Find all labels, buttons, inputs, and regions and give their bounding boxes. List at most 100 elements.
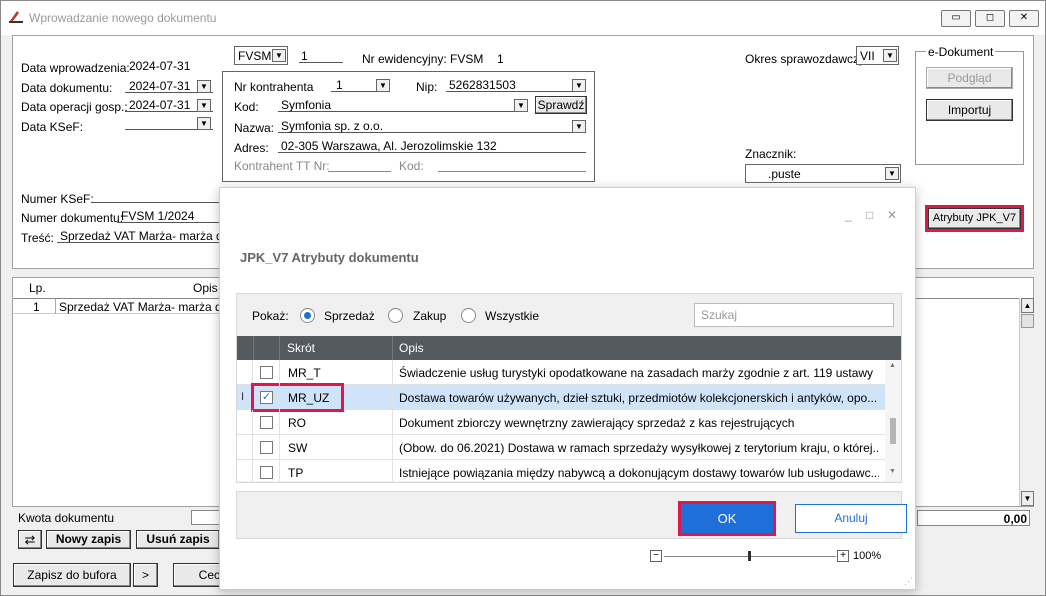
nip-label: Nip: <box>416 80 438 94</box>
zoom-thumb[interactable] <box>748 551 751 561</box>
data-dokumentu-label: Data dokumentu: <box>21 81 113 95</box>
kod-label: Kod: <box>234 100 259 114</box>
data-wprowadzenia-field: 2024-07-31 <box>129 59 191 73</box>
znacznik-dropdown[interactable] <box>885 167 899 180</box>
nr-ewid-label: Nr ewidencyjny: FVSM <box>362 52 484 66</box>
data-dokumentu-dropdown[interactable] <box>197 80 211 93</box>
row-checkbox-checked[interactable]: ✓ <box>260 391 273 404</box>
doc-number-field[interactable]: 1 <box>299 49 343 63</box>
numer-ksef-field[interactable] <box>91 189 221 203</box>
scroll-thumb[interactable] <box>1021 314 1034 328</box>
nr-ewid-value: 1 <box>497 52 504 66</box>
kontrahent-tt-field[interactable] <box>328 158 391 172</box>
kontrahent-tt-label: Kontrahent TT Nr: <box>234 159 330 173</box>
nr-kontrahenta-label: Nr kontrahenta <box>234 80 314 94</box>
table-scrollbar[interactable]: ▲ ▼ <box>885 360 901 481</box>
more-button[interactable]: > <box>133 563 158 587</box>
zoom-level: 100% <box>853 550 882 562</box>
edokument-label: e-Dokument <box>926 45 996 59</box>
kwota-field-left[interactable] <box>191 510 221 525</box>
nr-kontrahenta-dropdown[interactable] <box>376 79 390 92</box>
row-checkbox[interactable] <box>260 416 273 429</box>
okres-label: Okres sprawozdawczy: <box>745 52 869 66</box>
table-row[interactable]: I ✓ MR_UZ Dostawa towarów używanych, dzi… <box>237 383 885 412</box>
usun-zapis-button[interactable]: Usuń zapis <box>136 530 220 549</box>
scroll-down-icon[interactable]: ▼ <box>1021 491 1034 506</box>
zapisz-bufora-button[interactable]: Zapisz do bufora <box>13 563 131 587</box>
table-row[interactable]: MR_T Świadczenie usług turystyki opodatk… <box>237 360 885 385</box>
znacznik-label: Znacznik: <box>745 147 797 161</box>
data-wprowadzenia-label: Data wprowadzenia: <box>21 61 130 75</box>
switch-icon[interactable]: ⇄ <box>18 530 42 549</box>
kwota-label: Kwota dokumentu <box>18 511 115 525</box>
zoom-minus-button[interactable]: − <box>650 550 662 562</box>
nip-field[interactable]: 5262831503 <box>446 78 586 92</box>
col-lp-header: Lp. <box>29 281 46 295</box>
kod-dropdown[interactable] <box>514 99 528 112</box>
okres-dropdown[interactable] <box>883 49 897 62</box>
table-row[interactable]: TP Istniejące powiązania między nabywcą … <box>237 460 885 481</box>
dialog-close-icon[interactable]: ✕ <box>887 208 897 222</box>
row-checkbox[interactable] <box>260 441 273 454</box>
radio-wszystkie-label[interactable]: Wszystkie <box>485 309 539 323</box>
scroll-up-icon[interactable]: ▲ <box>1021 298 1034 313</box>
radio-wszystkie[interactable] <box>461 308 476 323</box>
importuj-button[interactable]: Importuj <box>926 99 1013 121</box>
nazwa-field[interactable]: Symfonia sp. z o.o. <box>278 119 586 133</box>
podglad-button[interactable]: Podgląd <box>926 67 1013 89</box>
kod2-field[interactable] <box>438 158 586 172</box>
kod2-label: Kod: <box>399 159 424 173</box>
doc-type-dropdown[interactable] <box>272 49 286 62</box>
dialog-footer: OK Anuluj <box>236 491 907 539</box>
radio-sprzedaz-label[interactable]: Sprzedaż <box>324 309 375 323</box>
minimize-button[interactable]: ▭ <box>941 10 971 27</box>
nowy-zapis-button[interactable]: Nowy zapis <box>46 530 131 549</box>
app-icon <box>9 11 23 23</box>
col-opis-header: Opis <box>193 281 218 295</box>
resize-grip-icon[interactable]: ⋰ <box>904 576 914 586</box>
numer-dokumentu-field[interactable]: FVSM 1/2024 <box>117 209 221 223</box>
close-icon: ✕ <box>1019 12 1029 23</box>
znacznik-select[interactable]: .puste <box>745 164 901 183</box>
data-ksef-label: Data KSeF: <box>21 120 84 134</box>
nazwa-dropdown[interactable] <box>572 120 586 133</box>
dialog-maximize-icon[interactable]: □ <box>866 208 873 222</box>
tresc-field[interactable]: Sprzedaż VAT Marża- marża doda <box>57 229 221 243</box>
scroll-thumb[interactable] <box>890 418 896 444</box>
col-skrot-header: Skrót <box>287 341 316 355</box>
table-row[interactable]: SW (Obow. do 06.2021) Dostawa w ramach s… <box>237 435 885 460</box>
maximize-button[interactable]: ◻ <box>975 10 1005 27</box>
radio-zakup-label[interactable]: Zakup <box>413 309 446 323</box>
nip-dropdown[interactable] <box>572 79 586 92</box>
sprawdz-button[interactable]: Sprawdź <box>535 96 587 114</box>
ok-button[interactable]: OK <box>678 501 776 536</box>
dialog-minimize-icon[interactable]: _ <box>845 208 852 222</box>
radio-zakup[interactable] <box>388 308 403 323</box>
scroll-up-icon[interactable]: ▲ <box>889 362 896 369</box>
window-title: Wprowadzanie nowego dokumentu <box>29 11 217 25</box>
grid-scrollbar[interactable]: ▲ ▼ <box>1019 298 1034 506</box>
row-checkbox[interactable] <box>260 466 273 479</box>
zoom-plus-button[interactable]: + <box>837 550 849 562</box>
kod-field[interactable]: Symfonia <box>278 98 528 112</box>
title-bar: Wprowadzanie nowego dokumentu ▭ ◻ ✕ <box>1 1 1045 35</box>
table-row[interactable]: RO Dokument zbiorczy wewnętrzny zawieraj… <box>237 410 885 435</box>
table-row[interactable]: 1 Sprzedaż VAT Marża- marża doda <box>13 299 242 314</box>
adres-field[interactable]: 02-305 Warszawa, Al. Jerozolimskie 132 <box>278 139 586 153</box>
row-checkbox[interactable] <box>260 366 273 379</box>
radio-sprzedaz[interactable] <box>300 308 315 323</box>
cancel-button[interactable]: Anuluj <box>795 504 907 533</box>
attributes-table: Skrót Opis MR_T Świadczenie usług turyst… <box>237 336 901 481</box>
close-button[interactable]: ✕ <box>1009 10 1039 27</box>
data-operacji-dropdown[interactable] <box>197 99 211 112</box>
cec-button[interactable]: Cec <box>173 563 223 587</box>
search-input[interactable]: Szukaj <box>694 303 894 327</box>
nazwa-label: Nazwa: <box>234 121 275 135</box>
tresc-label: Treść: <box>21 231 54 245</box>
scroll-down-icon[interactable]: ▼ <box>889 468 896 475</box>
atrybuty-jpk-button[interactable]: Atrybuty JPK_V7 <box>925 205 1024 232</box>
kwota-field[interactable]: 0,00 <box>917 510 1030 526</box>
adres-label: Adres: <box>234 141 269 155</box>
data-ksef-dropdown[interactable] <box>197 117 211 130</box>
pokaz-label: Pokaż: <box>252 309 289 323</box>
